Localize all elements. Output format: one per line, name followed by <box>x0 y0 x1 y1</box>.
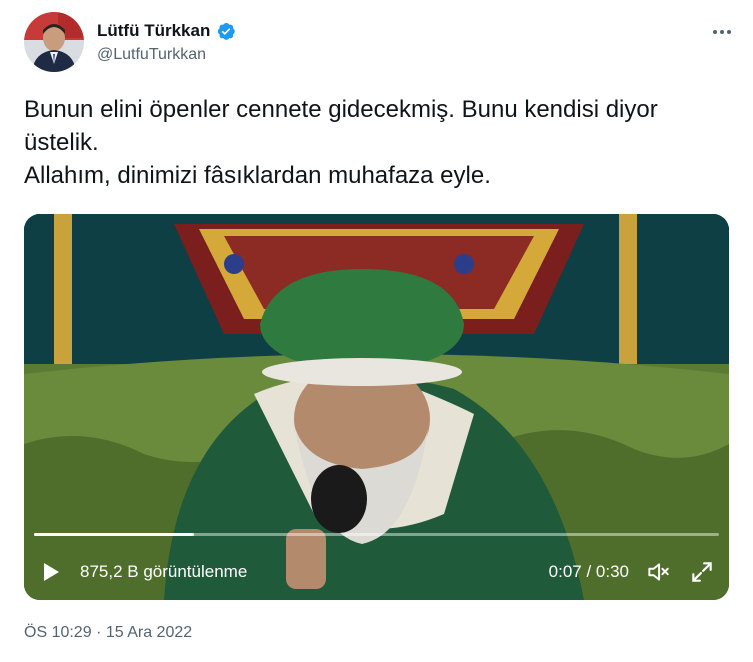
progress-fill <box>34 533 194 536</box>
volume-icon[interactable] <box>645 559 671 585</box>
view-count: 875,2 B görüntülenme <box>80 562 248 581</box>
separator: · <box>96 624 102 641</box>
verified-badge-icon <box>216 21 236 41</box>
tweet-line: Bunun elini öpenler cennete gidecekmiş. … <box>24 96 658 156</box>
avatar[interactable] <box>24 12 84 72</box>
author-name[interactable]: Lütfü Türkkan <box>97 21 210 41</box>
video-time: 0:07 / 0:30 <box>548 562 629 581</box>
progress-bar[interactable] <box>34 533 719 536</box>
video-player[interactable]: 875,2 B görüntülenme 0:07 / 0:30 <box>24 214 729 600</box>
tweet-text: Bunun elini öpenler cennete gidecekmiş. … <box>24 93 724 192</box>
tweet-timestamp[interactable]: ÖS 10:29 · 15 Ara 2022 <box>24 624 192 642</box>
video-frame <box>24 214 729 600</box>
video-controls: 875,2 B görüntülenme 0:07 / 0:30 <box>24 552 729 592</box>
author-info: Lütfü Türkkan @LutfuTurkkan <box>97 21 236 64</box>
tweet-line: Allahım, dinimizi fâsıklardan muhafaza e… <box>24 162 491 189</box>
tweet-header: Lütfü Türkkan @LutfuTurkkan <box>24 12 734 74</box>
author-handle[interactable]: @LutfuTurkkan <box>97 46 236 64</box>
tweet-date: 15 Ara 2022 <box>105 624 193 641</box>
name-row: Lütfü Türkkan <box>97 21 236 41</box>
fullscreen-icon[interactable] <box>689 559 715 585</box>
more-icon[interactable] <box>710 20 734 44</box>
play-icon[interactable] <box>38 560 62 584</box>
tweet-time: ÖS 10:29 <box>24 624 92 641</box>
